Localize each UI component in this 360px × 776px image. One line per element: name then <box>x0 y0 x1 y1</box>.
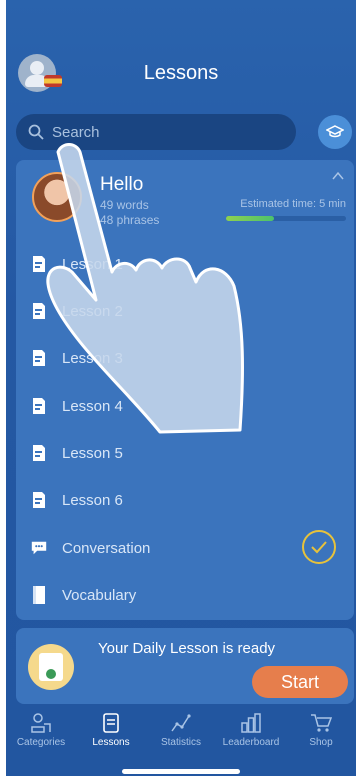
list-item-vocabulary[interactable]: Vocabulary <box>30 580 350 610</box>
list-item-label: Lesson 3 <box>62 349 123 367</box>
list-item-label: Lesson 6 <box>62 491 123 509</box>
tab-label: Lessons <box>92 737 130 748</box>
tab-statistics[interactable]: Statistics <box>146 712 216 756</box>
progress-fill <box>226 216 274 221</box>
search-icon <box>28 124 44 140</box>
leaderboard-icon <box>241 713 261 733</box>
shop-cart-icon <box>311 714 332 732</box>
tab-leaderboard[interactable]: Leaderboard <box>216 712 286 756</box>
list-item-label: Lesson 2 <box>62 302 123 320</box>
lesson-doc-icon <box>30 489 48 511</box>
tab-categories[interactable]: Categories <box>6 712 76 756</box>
graduation-cap-icon <box>326 125 344 138</box>
tab-label: Shop <box>309 737 333 748</box>
list-item-lesson-2[interactable]: Lesson 2 <box>30 296 350 326</box>
lesson-doc-icon <box>30 442 48 464</box>
tab-label: Leaderboard <box>222 737 280 748</box>
list-item-label: Conversation <box>62 539 151 557</box>
tab-label: Statistics <box>160 737 201 748</box>
tab-shop[interactable]: Shop <box>286 712 356 756</box>
chat-icon <box>30 537 48 559</box>
greeting: Hello <box>100 174 144 195</box>
list-item-label: Lesson 4 <box>62 397 123 415</box>
list-item-lesson-1[interactable]: Lesson 1 <box>30 249 350 279</box>
tab-lessons[interactable]: Lessons <box>76 712 146 756</box>
calendar-icon <box>28 644 74 690</box>
list-item-label: Lesson 5 <box>62 444 123 462</box>
lesson-doc-icon <box>30 253 48 275</box>
lessons-icon <box>103 713 119 733</box>
statistics-icon <box>171 714 191 732</box>
lesson-doc-icon <box>30 300 48 322</box>
phrases-count: 48 phrases <box>100 213 160 227</box>
list-item-lesson-5[interactable]: Lesson 5 <box>30 438 350 468</box>
progress-bar <box>226 216 346 221</box>
lessons-screen: Lessons Search Hello 49 words 48 phrases… <box>6 0 356 776</box>
list-item-label: Vocabulary <box>62 586 137 604</box>
home-indicator <box>122 769 240 774</box>
chevron-up-icon[interactable] <box>332 170 344 182</box>
calendar-dot <box>46 669 56 679</box>
words-count: 49 words <box>100 198 149 212</box>
completed-check-icon <box>302 530 336 564</box>
lesson-doc-icon <box>30 347 48 369</box>
search-input[interactable]: Search <box>16 114 296 150</box>
tab-label: Categories <box>16 737 66 748</box>
lesson-doc-icon <box>30 395 48 417</box>
graduation-cap-button[interactable] <box>318 115 352 149</box>
tutor-photo <box>32 172 82 222</box>
categories-icon <box>31 713 51 733</box>
search-placeholder: Search <box>52 123 100 141</box>
lessons-card: Hello 49 words 48 phrases Estimated time… <box>16 160 354 620</box>
list-item-lesson-4[interactable]: Lesson 4 <box>30 391 350 421</box>
tab-bar: Categories Lessons Statistics Leaderboar… <box>6 712 356 756</box>
start-button[interactable]: Start <box>252 666 348 698</box>
list-item-label: Lesson 1 <box>62 255 123 273</box>
list-item-lesson-3[interactable]: Lesson 3 <box>30 343 350 373</box>
daily-lesson-text: Your Daily Lesson is ready <box>98 640 276 657</box>
estimated-time: Estimated time: 5 min <box>240 198 346 210</box>
daily-lesson-card: Your Daily Lesson is ready Start <box>16 628 354 704</box>
page-title: Lessons <box>143 62 219 84</box>
book-icon <box>30 584 48 606</box>
list-item-lesson-6[interactable]: Lesson 6 <box>30 485 350 515</box>
